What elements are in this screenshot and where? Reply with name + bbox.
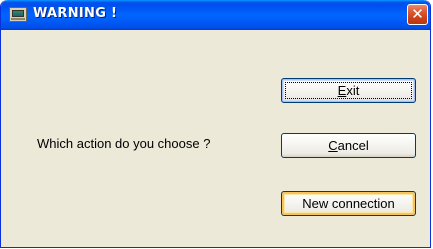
prompt-text: Which action do you choose ? <box>37 136 211 151</box>
warning-dialog: WARNING ! ✕ Which action do you choose ?… <box>0 0 431 248</box>
close-button[interactable]: ✕ <box>407 4 428 25</box>
exit-label-rest: xit <box>346 82 360 98</box>
cancel-mnemonic: C <box>328 137 338 153</box>
window-title: WARNING ! <box>33 6 118 21</box>
close-icon: ✕ <box>411 5 424 23</box>
cancel-button[interactable]: Cancel <box>281 133 416 158</box>
title-bar[interactable]: WARNING ! ✕ <box>1 0 430 30</box>
new-connection-button[interactable]: New connection <box>281 191 416 216</box>
monitor-screen <box>12 10 24 17</box>
monitor-icon <box>9 7 27 22</box>
new-connection-label: New connection <box>302 195 395 211</box>
cancel-label-rest: ancel <box>337 137 369 153</box>
monitor-base <box>11 18 25 20</box>
dialog-body: Which action do you choose ? Exit Cancel… <box>1 30 430 247</box>
exit-button[interactable]: Exit <box>281 78 416 103</box>
